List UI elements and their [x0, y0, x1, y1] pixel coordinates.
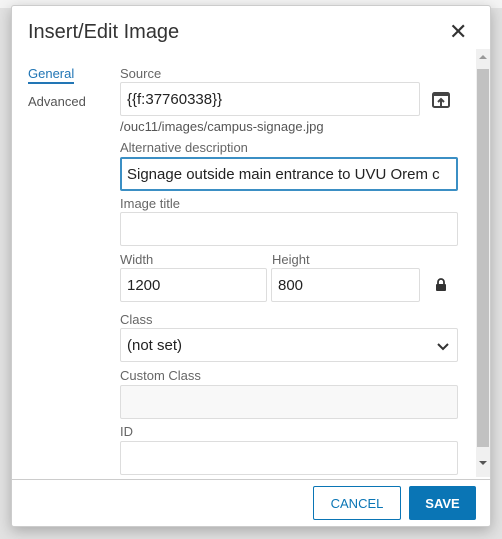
class-selected-value: (not set)	[127, 337, 183, 354]
id-label: ID	[120, 424, 133, 439]
dialog-footer-divider	[12, 479, 490, 480]
width-input[interactable]: 1200	[120, 268, 267, 302]
tab-general[interactable]: General	[28, 66, 75, 84]
class-label: Class	[120, 312, 153, 327]
lock-icon[interactable]	[436, 278, 446, 296]
dialog-title: Insert/Edit Image	[28, 21, 180, 43]
browse-upload-icon[interactable]	[432, 92, 450, 113]
scrollbar[interactable]	[476, 49, 490, 477]
cancel-button[interactable]: CANCEL	[313, 486, 401, 520]
width-label: Width	[120, 252, 154, 267]
alt-label: Alternative description	[120, 140, 248, 155]
source-input[interactable]: {{f:37760338}}	[120, 82, 420, 116]
scrollbar-thumb[interactable]	[477, 69, 489, 447]
scroll-up-icon[interactable]	[479, 55, 487, 59]
save-button[interactable]: SAVE	[409, 486, 476, 520]
id-input[interactable]	[120, 441, 458, 475]
tab-advanced[interactable]: Advanced	[28, 94, 86, 109]
height-label: Height	[272, 252, 310, 267]
chevron-down-icon	[437, 338, 449, 355]
alt-input[interactable]: Signage outside main entrance to UVU Ore…	[120, 157, 458, 191]
source-label: Source	[120, 66, 162, 81]
close-icon[interactable]: ✕	[449, 19, 467, 45]
image-title-input[interactable]	[120, 212, 458, 246]
class-select[interactable]: (not set)	[120, 328, 458, 362]
scroll-down-icon[interactable]	[479, 461, 487, 465]
source-path: /ouc11/images/campus-signage.jpg	[120, 119, 324, 134]
height-input[interactable]: 800	[271, 268, 420, 302]
insert-edit-image-dialog: Insert/Edit Image ✕ General Advanced Sou…	[11, 5, 491, 527]
image-title-label: Image title	[120, 196, 180, 211]
custom-class-label: Custom Class	[120, 368, 201, 383]
custom-class-input[interactable]	[120, 385, 458, 419]
